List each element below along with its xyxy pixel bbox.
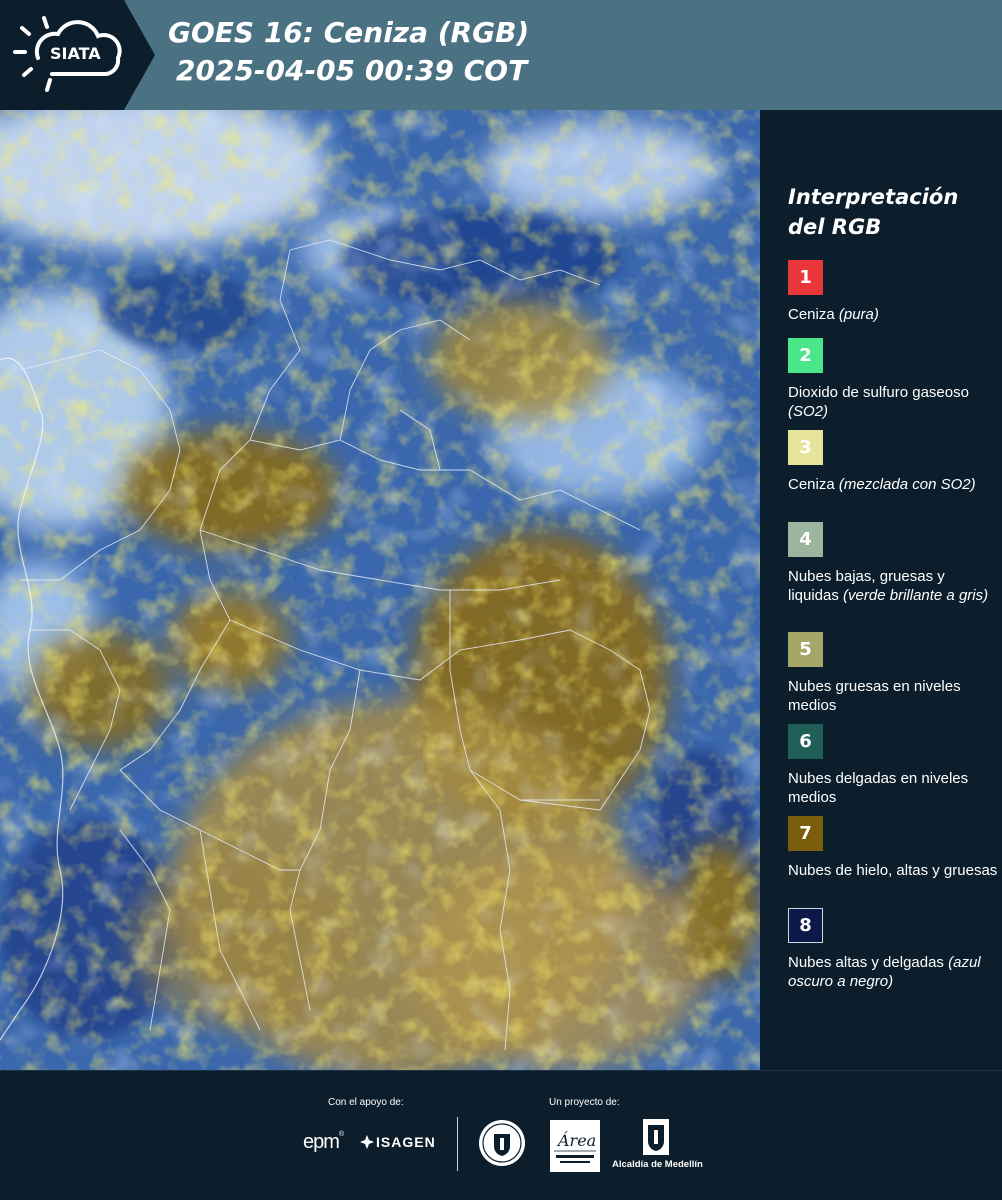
title-timestamp: 2025-04-05 00:39 COT [176, 54, 528, 87]
legend-swatch: 4 [788, 522, 823, 557]
legend-swatch: 1 [788, 260, 823, 295]
legend-swatch: 3 [788, 430, 823, 465]
legend-title-line2: del RGB [788, 215, 882, 239]
legend-label: Nubes gruesas en niveles medios [788, 677, 998, 715]
legend-item: 7 Nubes de hielo, altas y gruesas [788, 816, 998, 880]
logo-text: SIATA [50, 44, 101, 63]
legend-swatch: 5 [788, 632, 823, 667]
legend-swatch: 7 [788, 816, 823, 851]
project-label: Un proyecto de: [549, 1097, 620, 1108]
legend-item: 1 Ceniza (pura) [788, 260, 998, 324]
legend-item: 6 Nubes delgadas en niveles medios [788, 724, 998, 807]
footer-divider [457, 1117, 458, 1171]
legend-label-text: Dioxido de sulfuro gaseoso [788, 384, 969, 401]
title-product: GOES 16: Ceniza (RGB) [168, 16, 530, 49]
legend-label: Ceniza (mezclada con SO2) [788, 475, 998, 494]
legend-title-line1: Interpretación [788, 185, 959, 209]
support-label: Con el apoyo de: [328, 1097, 404, 1108]
siata-logo: SIATA [0, 0, 155, 110]
legend-label: Ceniza (pura) [788, 305, 998, 324]
legend-label: Nubes bajas, gruesas y liquidas (verde b… [788, 567, 998, 605]
isagen-mark-icon [360, 1135, 374, 1149]
legend-label-text: Ceniza [788, 306, 835, 323]
legend-item: 3 Ceniza (mezclada con SO2) [788, 430, 998, 494]
legend-label: Nubes delgadas en niveles medios [788, 769, 998, 807]
legend-label-text: Ceniza [788, 476, 835, 493]
legend-swatch: 2 [788, 338, 823, 373]
page-title: GOES 16: Ceniza (RGB) 2025-04-05 00:39 C… [168, 14, 529, 90]
isagen-logo-text: ISAGEN [376, 1134, 436, 1150]
legend-item: 4 Nubes bajas, gruesas y liquidas (verde … [788, 522, 998, 605]
area-metropolitana-logo: Área [550, 1120, 600, 1172]
legend-swatch: 8 [788, 908, 823, 943]
epm-logo-text: epm [303, 1131, 340, 1153]
legend-label-text: Nubes altas y delgadas [788, 954, 944, 971]
legend-label-text: Nubes gruesas en niveles medios [788, 678, 961, 714]
legend-label: Dioxido de sulfuro gaseoso (SO2) [788, 383, 998, 421]
legend-label-note: (verde brillante a gris) [843, 587, 989, 604]
legend-swatch: 6 [788, 724, 823, 759]
legend-label-note: (mezclada con SO2) [838, 476, 976, 493]
legend-label-text: Nubes delgadas en niveles medios [788, 770, 969, 806]
legend-label-note: (pura) [838, 306, 879, 323]
legend-item: 8 Nubes altas y delgadas (azul oscuro a n… [788, 908, 998, 991]
satellite-map [0, 110, 760, 1070]
satellite-image [0, 110, 760, 1070]
svg-text:Área: Área [556, 1130, 596, 1150]
legend-panel: Interpretación del RGB 1 Ceniza (pura) 2 Di… [760, 110, 1002, 1070]
header: SIATA GOES 16: Ceniza (RGB) 2025-04-05 0… [0, 0, 1002, 110]
footer: Con el apoyo de: Un proyecto de: epm® IS… [0, 1070, 1002, 1200]
legend-label: Nubes de hielo, altas y gruesas [788, 861, 998, 880]
alcaldia-label: Alcaldía de Medellín [612, 1159, 703, 1170]
isagen-logo: ISAGEN [360, 1134, 436, 1150]
legend-label-note: (SO2) [788, 403, 829, 420]
alcaldia-shield-icon [643, 1119, 669, 1155]
epm-logo: epm® [303, 1131, 344, 1153]
medellin-seal-icon [479, 1120, 525, 1166]
legend-title: Interpretación del RGB [788, 182, 958, 242]
legend-item: 2 Dioxido de sulfuro gaseoso (SO2) [788, 338, 998, 421]
legend-label: Nubes altas y delgadas (azul oscuro a ne… [788, 953, 998, 991]
legend-label-text: Nubes de hielo, altas y gruesas [788, 862, 998, 879]
legend-item: 5 Nubes gruesas en niveles medios [788, 632, 998, 715]
